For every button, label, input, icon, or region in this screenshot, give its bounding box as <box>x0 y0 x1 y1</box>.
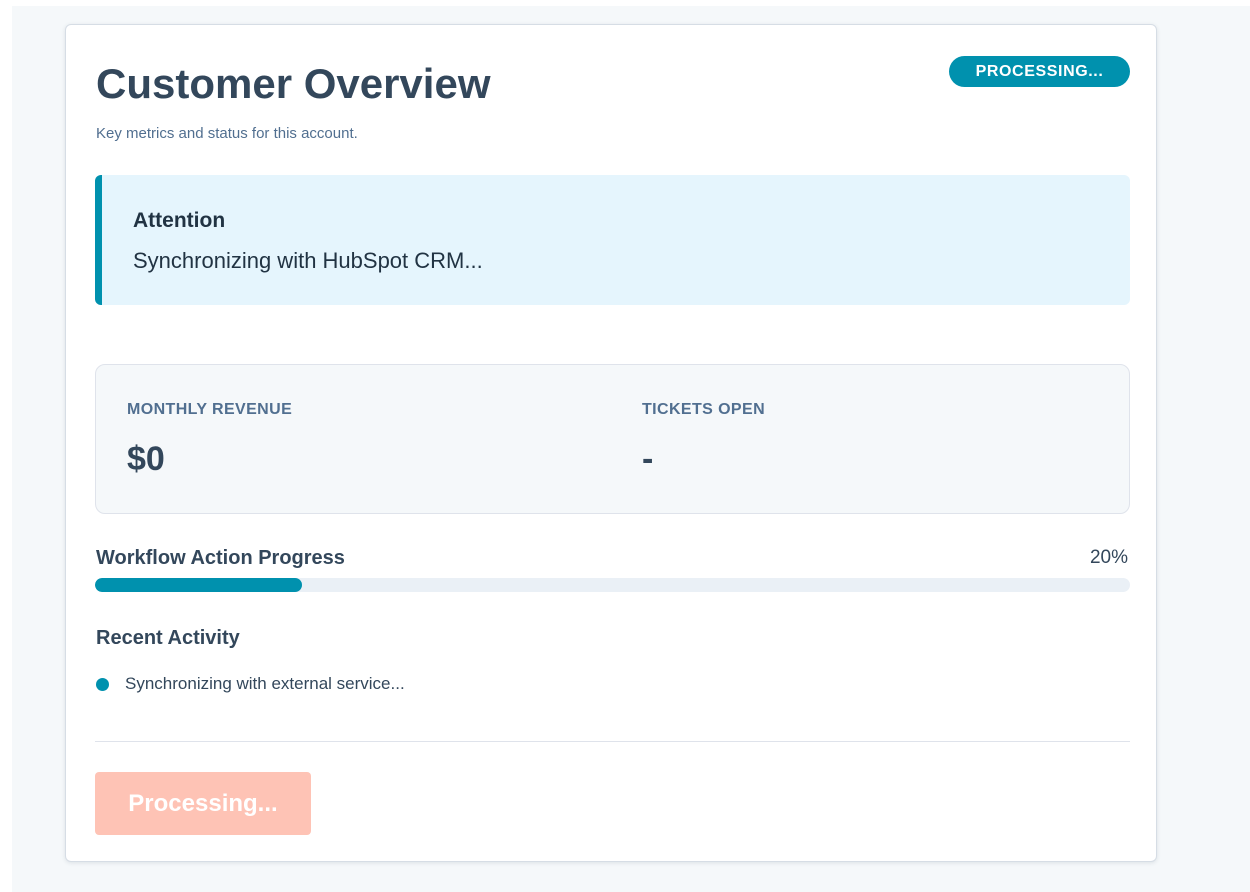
page-title: Customer Overview <box>96 60 491 107</box>
recent-activity-heading: Recent Activity <box>96 627 240 649</box>
status-badge: PROCESSING... <box>949 56 1130 87</box>
tickets-open-label: TICKETS OPEN <box>642 401 766 418</box>
activity-item: Synchronizing with external service... <box>96 673 405 695</box>
metrics-panel: MONTHLY REVENUE $0 TICKETS OPEN - <box>95 364 1130 514</box>
status-dot-icon <box>96 677 109 691</box>
progress-bar-fill <box>95 578 302 592</box>
monthly-revenue-label: MONTHLY REVENUE <box>127 401 293 418</box>
customer-overview-card: Customer Overview Key metrics and status… <box>65 24 1157 862</box>
divider <box>95 741 1130 742</box>
tickets-open-value: - <box>642 440 654 478</box>
alert-message: Synchronizing with HubSpot CRM... <box>133 248 483 273</box>
alert-title: Attention <box>133 209 226 232</box>
page-background: Customer Overview Key metrics and status… <box>12 6 1250 892</box>
page-subtitle: Key metrics and status for this account. <box>96 125 358 142</box>
monthly-revenue-value: $0 <box>127 440 165 478</box>
activity-item-text: Synchronizing with external service... <box>125 674 405 693</box>
processing-button[interactable]: Processing... <box>95 772 311 835</box>
progress-bar <box>95 578 1130 592</box>
progress-label: Workflow Action Progress <box>96 547 345 569</box>
attention-alert: Attention Synchronizing with HubSpot CRM… <box>95 175 1130 305</box>
progress-percent: 20% <box>1089 547 1128 568</box>
